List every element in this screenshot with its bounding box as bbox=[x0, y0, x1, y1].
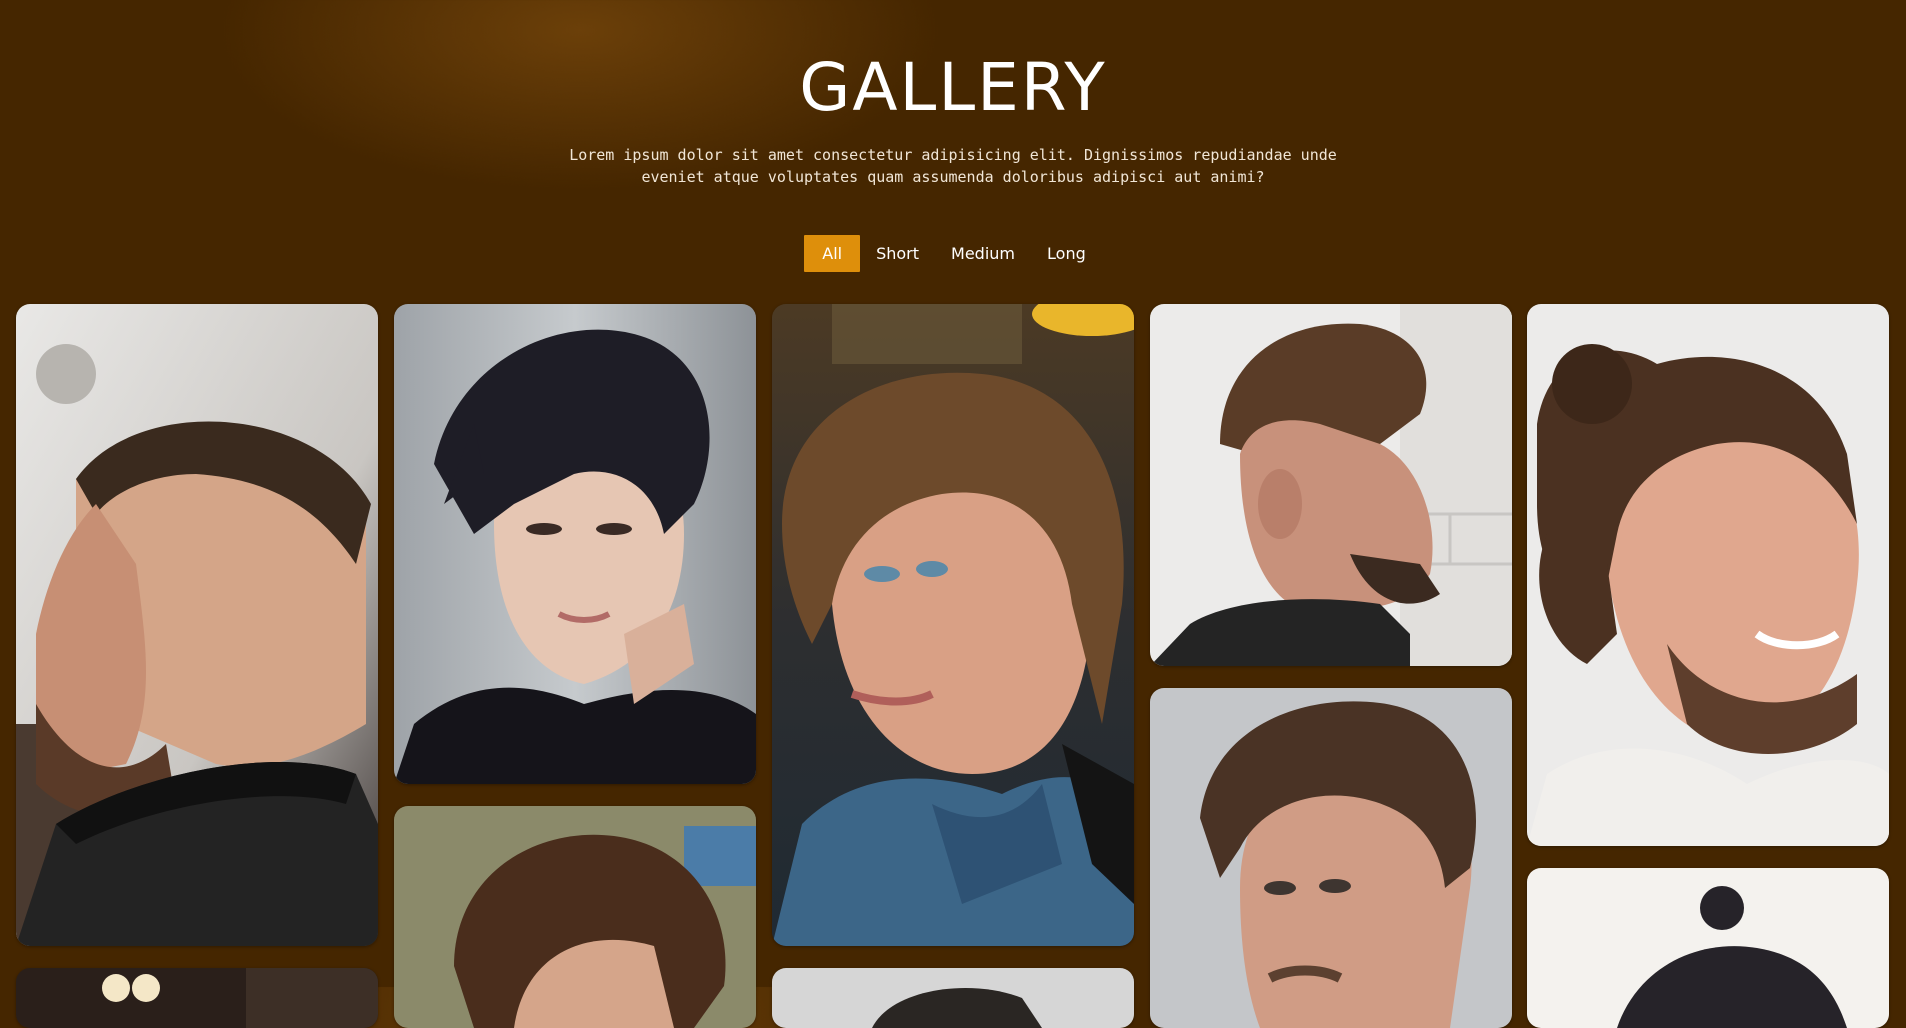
portrait-image bbox=[394, 304, 756, 784]
portrait-image bbox=[1527, 304, 1889, 846]
portrait-image bbox=[1150, 688, 1512, 1028]
gallery-photo-dark-curls[interactable] bbox=[772, 968, 1134, 1028]
gallery-photo-barbershop[interactable] bbox=[16, 968, 378, 1028]
gallery-photo-wavy-side-part[interactable] bbox=[394, 806, 756, 1028]
gallery-photo-fade-cut[interactable] bbox=[16, 304, 378, 946]
gallery-photo-top-knot[interactable] bbox=[1527, 868, 1889, 1028]
portrait-image bbox=[772, 304, 1134, 946]
portrait-image bbox=[1150, 304, 1512, 666]
portrait-image bbox=[1527, 868, 1889, 1028]
gallery-photo-pompadour-fade[interactable] bbox=[1150, 304, 1512, 666]
gallery-photo-textured-crop[interactable] bbox=[394, 304, 756, 784]
gallery-photo-slick-back[interactable] bbox=[1150, 688, 1512, 1028]
portrait-image bbox=[16, 304, 378, 946]
gallery-photo-medium-flow[interactable] bbox=[772, 304, 1134, 946]
gallery-grid bbox=[0, 0, 1906, 1028]
portrait-image bbox=[772, 968, 1134, 1028]
portrait-image bbox=[16, 968, 378, 1028]
gallery-photo-man-bun-long[interactable] bbox=[1527, 304, 1889, 846]
portrait-image bbox=[394, 806, 756, 1028]
